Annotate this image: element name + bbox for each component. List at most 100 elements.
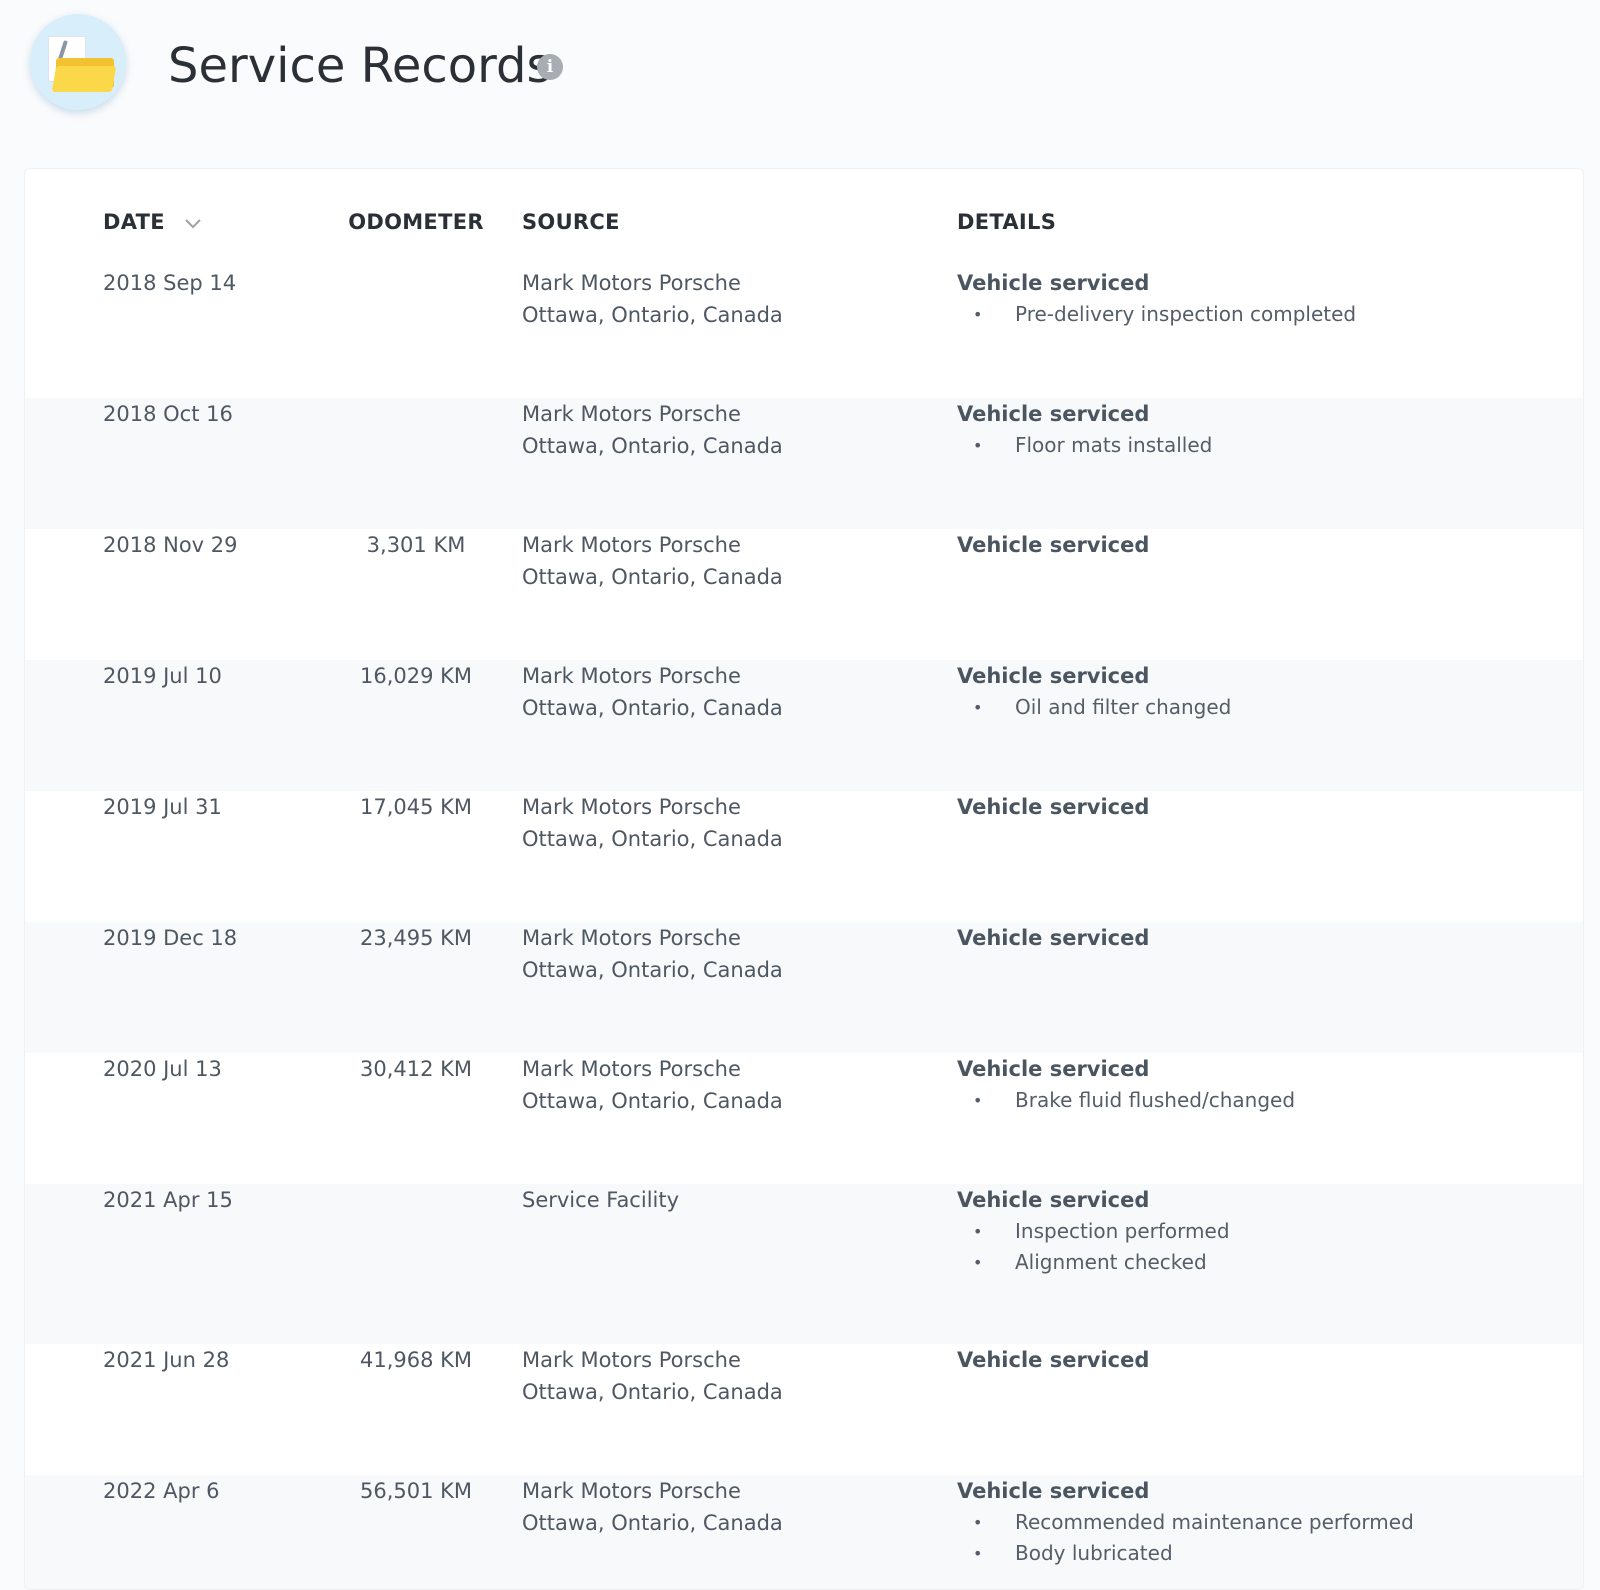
detail-item: • Body lubricated bbox=[957, 1538, 1414, 1569]
bullet-icon: • bbox=[973, 1222, 983, 1241]
detail-list: • Inspection performed • Alignment checked bbox=[957, 1216, 1230, 1278]
detail-list: • Recommended maintenance performed • Body … bbox=[957, 1507, 1414, 1569]
detail-title: Vehicle serviced bbox=[957, 1188, 1150, 1212]
source-location: Ottawa, Ontario, Canada bbox=[522, 565, 783, 589]
detail-item-text: Inspection performed bbox=[1015, 1219, 1230, 1243]
detail-item: • Recommended maintenance performed bbox=[957, 1507, 1414, 1538]
table-row: 2021 Jun 28 41,968 KM Mark Motors Porsche O… bbox=[25, 1344, 1583, 1475]
row-source: Mark Motors Porsche Ottawa, Ontario, Cana… bbox=[522, 660, 783, 724]
row-source: Mark Motors Porsche Ottawa, Ontario, Cana… bbox=[522, 398, 783, 462]
detail-title: Vehicle serviced bbox=[957, 1479, 1150, 1503]
detail-list: • Floor mats installed bbox=[957, 430, 1212, 461]
row-details: Vehicle serviced • Oil and filter changed bbox=[957, 660, 1231, 723]
row-details: Vehicle serviced • Floor mats installed bbox=[957, 398, 1212, 461]
row-date: 2021 Apr 15 bbox=[103, 1188, 233, 1212]
source-name: Mark Motors Porsche bbox=[522, 795, 741, 819]
row-odometer: 16,029 KM bbox=[359, 664, 473, 688]
row-odometer: 41,968 KM bbox=[359, 1348, 473, 1372]
detail-item-text: Recommended maintenance performed bbox=[1015, 1510, 1414, 1534]
detail-title: Vehicle serviced bbox=[957, 1057, 1150, 1081]
column-header-date[interactable]: DATE bbox=[103, 205, 203, 240]
row-date: 2021 Jun 28 bbox=[103, 1348, 230, 1372]
bullet-icon: • bbox=[973, 1513, 983, 1532]
row-source: Mark Motors Porsche Ottawa, Ontario, Cana… bbox=[522, 1475, 783, 1539]
table-body: 2018 Sep 14 Mark Motors Porsche Ottawa, On… bbox=[25, 267, 1583, 1589]
source-location: Ottawa, Ontario, Canada bbox=[522, 303, 783, 327]
row-source: Mark Motors Porsche Ottawa, Ontario, Cana… bbox=[522, 791, 783, 855]
table-row: 2019 Jul 10 16,029 KM Mark Motors Porsche O… bbox=[25, 660, 1583, 791]
source-location: Ottawa, Ontario, Canada bbox=[522, 696, 783, 720]
bullet-icon: • bbox=[973, 1091, 983, 1110]
detail-item: • Oil and filter changed bbox=[957, 692, 1231, 723]
detail-list: • Brake fluid flushed/changed bbox=[957, 1085, 1295, 1116]
row-details: Vehicle serviced bbox=[957, 791, 1149, 823]
service-records-table: DATE ODOMETER SOURCE DETAILS 2018 Sep 14… bbox=[24, 168, 1584, 1590]
row-date: 2018 Sep 14 bbox=[103, 271, 237, 295]
source-location: Ottawa, Ontario, Canada bbox=[522, 1511, 783, 1535]
service-records-logo bbox=[30, 14, 126, 110]
folder-front-icon bbox=[51, 66, 117, 92]
detail-item: • Pre-delivery inspection completed bbox=[957, 299, 1356, 330]
info-icon[interactable]: i bbox=[537, 54, 563, 80]
source-name: Service Facility bbox=[522, 1188, 680, 1212]
chevron-down-icon[interactable] bbox=[183, 206, 203, 240]
detail-title: Vehicle serviced bbox=[957, 795, 1150, 819]
detail-title: Vehicle serviced bbox=[957, 533, 1150, 557]
column-header-details[interactable]: DETAILS bbox=[957, 205, 1056, 239]
detail-item: • Alignment checked bbox=[957, 1247, 1230, 1278]
table-row: 2019 Jul 31 17,045 KM Mark Motors Porsche O… bbox=[25, 791, 1583, 922]
detail-list: • Pre-delivery inspection completed bbox=[957, 299, 1356, 330]
table-row: 2019 Dec 18 23,495 KM Mark Motors Porsche O… bbox=[25, 922, 1583, 1053]
bullet-icon: • bbox=[973, 436, 983, 455]
detail-title: Vehicle serviced bbox=[957, 402, 1150, 426]
column-header-date-label: DATE bbox=[103, 210, 165, 234]
detail-item-text: Oil and filter changed bbox=[1015, 695, 1232, 719]
bullet-icon: • bbox=[973, 305, 983, 324]
row-details: Vehicle serviced • Inspection performed • Al… bbox=[957, 1184, 1230, 1278]
row-details: Vehicle serviced • Recommended maintenance… bbox=[957, 1475, 1414, 1569]
row-date: 2019 Dec 18 bbox=[103, 926, 238, 950]
source-location: Ottawa, Ontario, Canada bbox=[522, 434, 783, 458]
row-date: 2020 Jul 13 bbox=[103, 1057, 222, 1081]
bullet-icon: • bbox=[973, 1544, 983, 1563]
row-date: 2018 Oct 16 bbox=[103, 402, 233, 426]
detail-item-text: Alignment checked bbox=[1015, 1250, 1207, 1274]
row-odometer: 23,495 KM bbox=[359, 926, 473, 950]
detail-item-text: Body lubricated bbox=[1015, 1541, 1173, 1565]
table-row: 2020 Jul 13 30,412 KM Mark Motors Porsche O… bbox=[25, 1053, 1583, 1184]
table-row: 2021 Apr 15 Service Facility Vehicle servi… bbox=[25, 1184, 1583, 1344]
detail-title: Vehicle serviced bbox=[957, 1348, 1150, 1372]
table-row: 2018 Nov 29 3,301 KM Mark Motors Porsche Ot… bbox=[25, 529, 1583, 660]
source-location: Ottawa, Ontario, Canada bbox=[522, 1380, 783, 1404]
detail-item: • Brake fluid flushed/changed bbox=[957, 1085, 1295, 1116]
row-odometer: 56,501 KM bbox=[359, 1479, 473, 1503]
row-details: Vehicle serviced bbox=[957, 922, 1149, 954]
row-details: Vehicle serviced bbox=[957, 1344, 1149, 1376]
row-date: 2019 Jul 31 bbox=[103, 795, 222, 819]
source-name: Mark Motors Porsche bbox=[522, 664, 741, 688]
source-location: Ottawa, Ontario, Canada bbox=[522, 1089, 783, 1113]
row-details: Vehicle serviced • Brake fluid flushed/cha… bbox=[957, 1053, 1295, 1116]
detail-item-text: Brake fluid flushed/changed bbox=[1015, 1088, 1296, 1112]
row-details: Vehicle serviced bbox=[957, 529, 1149, 561]
column-header-source[interactable]: SOURCE bbox=[522, 205, 620, 239]
detail-title: Vehicle serviced bbox=[957, 926, 1150, 950]
table-row: 2022 Apr 6 56,501 KM Mark Motors Porsche Ot… bbox=[25, 1475, 1583, 1589]
column-header-odometer[interactable]: ODOMETER bbox=[325, 205, 507, 239]
source-location: Ottawa, Ontario, Canada bbox=[522, 827, 783, 851]
source-location: Ottawa, Ontario, Canada bbox=[522, 958, 783, 982]
source-name: Mark Motors Porsche bbox=[522, 1057, 741, 1081]
source-name: Mark Motors Porsche bbox=[522, 1479, 741, 1503]
detail-title: Vehicle serviced bbox=[957, 271, 1150, 295]
bullet-icon: • bbox=[973, 698, 983, 717]
detail-item-text: Pre-delivery inspection completed bbox=[1015, 302, 1357, 326]
row-odometer: 17,045 KM bbox=[359, 795, 473, 819]
row-odometer: 30,412 KM bbox=[359, 1057, 473, 1081]
table-row: 2018 Sep 14 Mark Motors Porsche Ottawa, On… bbox=[25, 267, 1583, 398]
row-source: Mark Motors Porsche Ottawa, Ontario, Cana… bbox=[522, 1053, 783, 1117]
source-name: Mark Motors Porsche bbox=[522, 402, 741, 426]
table-header: DATE ODOMETER SOURCE DETAILS bbox=[25, 205, 1583, 239]
detail-item: • Floor mats installed bbox=[957, 430, 1212, 461]
row-date: 2019 Jul 10 bbox=[103, 664, 222, 688]
source-name: Mark Motors Porsche bbox=[522, 271, 741, 295]
